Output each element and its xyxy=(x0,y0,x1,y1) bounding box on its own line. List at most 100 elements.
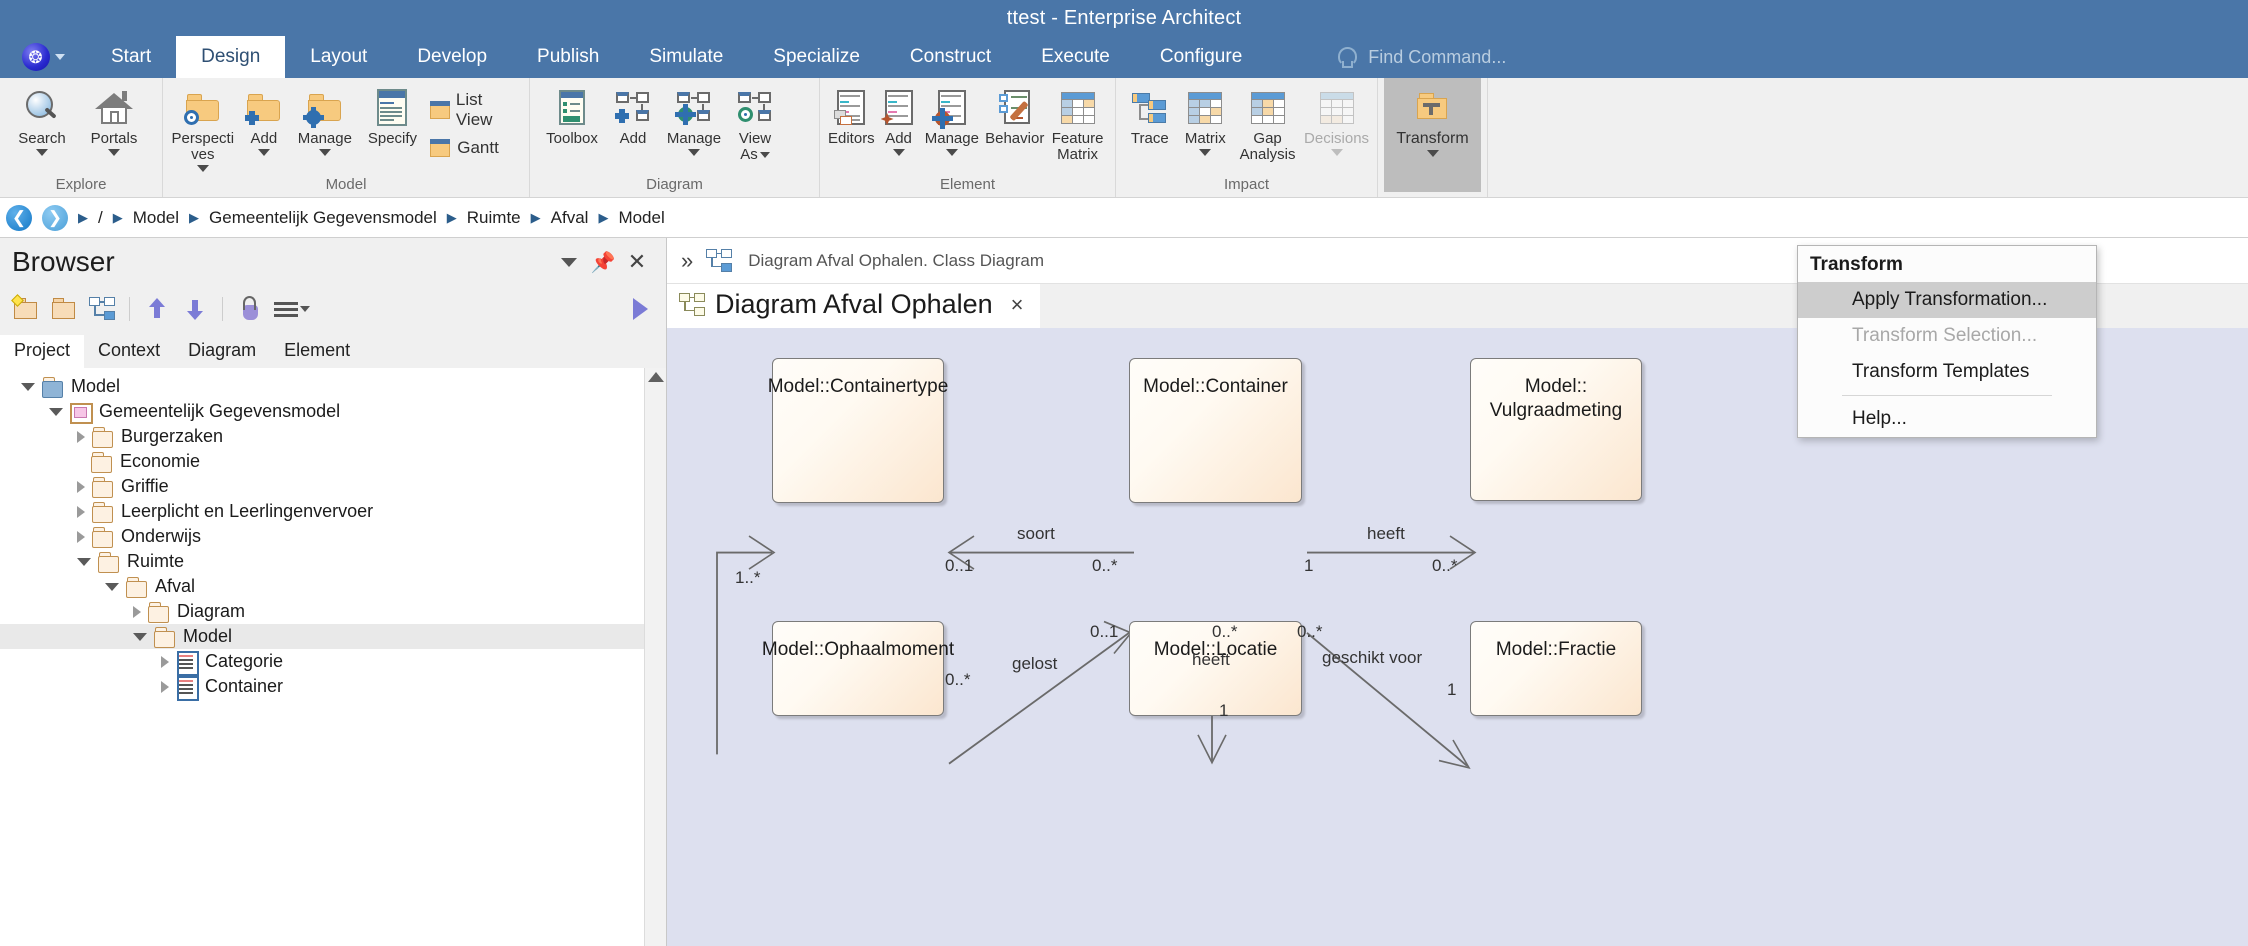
ribbon-button-feature-matrix[interactable]: FeatureMatrix xyxy=(1046,84,1109,163)
chevron-down-icon[interactable] xyxy=(197,165,209,172)
browser-tab-element[interactable]: Element xyxy=(270,335,364,368)
ribbon-button-editors[interactable]: Editors xyxy=(826,84,877,147)
ribbon-tab-execute[interactable]: Execute xyxy=(1016,36,1135,78)
close-icon[interactable]: × xyxy=(1011,292,1024,318)
browser-pin-icon[interactable]: 📌 xyxy=(586,250,620,275)
ribbon-button-transform[interactable]: Transform xyxy=(1384,78,1481,192)
uml-class-fractie[interactable]: Model::Fractie xyxy=(1470,621,1642,716)
document-tab-diagram-afval-ophalen[interactable]: Diagram Afval Ophalen × xyxy=(667,284,1040,328)
ribbon-button-gap-analysis[interactable]: GapAnalysis xyxy=(1233,84,1302,163)
ribbon-tab-start[interactable]: Start xyxy=(86,36,176,78)
ribbon-tab-specialize[interactable]: Specialize xyxy=(748,36,885,78)
find-command-box[interactable]: Find Command... xyxy=(1337,36,1506,78)
chevron-down-icon[interactable] xyxy=(760,152,770,158)
ribbon-button-model-manage[interactable]: Manage xyxy=(291,84,359,156)
uml-class-containertype[interactable]: Model::Containertype xyxy=(772,358,944,503)
menu-icon[interactable] xyxy=(270,292,314,326)
ribbon-button-view-as[interactable]: ViewAs xyxy=(730,84,780,163)
move-up-icon[interactable] xyxy=(139,292,175,326)
move-down-icon[interactable] xyxy=(177,292,213,326)
tree-item-ruimte[interactable]: Ruimte xyxy=(0,549,644,574)
ribbon-button-search[interactable]: Search xyxy=(6,84,78,156)
expand-twisty-icon[interactable] xyxy=(105,583,119,591)
tree-item-diagram[interactable]: Diagram xyxy=(0,599,644,624)
select-icon[interactable] xyxy=(232,292,268,326)
ribbon-button-trace[interactable]: Trace xyxy=(1122,84,1178,147)
run-icon[interactable] xyxy=(622,292,658,326)
uml-class-vulgraadmeting[interactable]: Model::Vulgraadmeting xyxy=(1470,358,1642,501)
ribbon-button-diagram-add[interactable]: Add xyxy=(608,84,658,147)
ribbon-button-model-add[interactable]: Add xyxy=(237,84,291,156)
chevron-down-icon[interactable] xyxy=(946,149,958,156)
ribbon-button-diagram-manage[interactable]: Manage xyxy=(658,84,730,156)
browser-tab-context[interactable]: Context xyxy=(84,335,174,368)
ribbon-tab-simulate[interactable]: Simulate xyxy=(624,36,748,78)
browser-tab-project[interactable]: Project xyxy=(0,335,84,368)
breadcrumb-item-model-leaf[interactable]: Model xyxy=(618,208,664,228)
uml-class-container[interactable]: Model::Container xyxy=(1129,358,1302,503)
breadcrumb-root[interactable]: / xyxy=(98,208,103,228)
breadcrumb-item-ruimte[interactable]: Ruimte xyxy=(467,208,521,228)
chevrons-right-icon[interactable]: » xyxy=(681,248,690,274)
ribbon-button-list-view[interactable]: List View xyxy=(430,90,519,130)
tree-item-leerplicht-en-leerlingenvervoer[interactable]: Leerplicht en Leerlingenvervoer xyxy=(0,499,644,524)
collapse-twisty-icon[interactable] xyxy=(77,531,85,543)
browser-tab-diagram[interactable]: Diagram xyxy=(174,335,270,368)
uml-class-ophaalmoment[interactable]: Model::Ophaalmoment xyxy=(772,621,944,716)
menu-item-transform-templates[interactable]: Transform Templates xyxy=(1798,354,2096,390)
ribbon-button-perspectives[interactable]: Perspectives xyxy=(169,84,237,172)
tree-item-burgerzaken[interactable]: Burgerzaken xyxy=(0,424,644,449)
tree-item-afval[interactable]: Afval xyxy=(0,574,644,599)
ribbon-button-matrix[interactable]: Matrix xyxy=(1178,84,1234,156)
collapse-twisty-icon[interactable] xyxy=(77,481,85,493)
browser-close-icon[interactable]: ✕ xyxy=(620,249,654,275)
ribbon-button-toolbox[interactable]: Toolbox xyxy=(536,84,608,147)
chevron-down-icon[interactable] xyxy=(1427,150,1439,157)
ribbon-tab-design[interactable]: Design xyxy=(176,36,285,78)
menu-item-help[interactable]: Help... xyxy=(1798,401,2096,437)
back-arrow-icon[interactable]: ❮ xyxy=(6,205,32,231)
chevron-down-icon[interactable] xyxy=(319,149,331,156)
tree-item-categorie[interactable]: Categorie xyxy=(0,649,644,674)
tree-item-model-selected[interactable]: Model xyxy=(0,624,644,649)
chevron-down-icon[interactable] xyxy=(893,149,905,156)
tree-item-container[interactable]: Container xyxy=(0,674,644,699)
ribbon-tab-layout[interactable]: Layout xyxy=(285,36,392,78)
tree-item-gemeentelijk-gegevensmodel[interactable]: Gemeentelijk Gegevensmodel xyxy=(0,399,644,424)
ribbon-button-behavior[interactable]: Behavior xyxy=(983,84,1046,147)
ribbon-button-specify[interactable]: Specify xyxy=(359,84,427,147)
menu-item-apply-transformation[interactable]: Apply Transformation... xyxy=(1798,282,2096,318)
ribbon-button-element-add[interactable]: Add xyxy=(877,84,921,156)
tree-item-model-root[interactable]: Model xyxy=(0,374,644,399)
ribbon-tab-develop[interactable]: Develop xyxy=(392,36,512,78)
collapse-twisty-icon[interactable] xyxy=(77,431,85,443)
browser-tree-scrollbar[interactable] xyxy=(644,368,666,946)
chevron-down-icon[interactable] xyxy=(36,149,48,156)
chevron-down-icon[interactable] xyxy=(108,149,120,156)
expand-twisty-icon[interactable] xyxy=(77,558,91,566)
collapse-twisty-icon[interactable] xyxy=(161,681,169,693)
chevron-down-icon[interactable] xyxy=(1199,149,1211,156)
breadcrumb-item-afval[interactable]: Afval xyxy=(551,208,589,228)
ribbon-button-element-manage[interactable]: Manage xyxy=(920,84,983,156)
diagram-icon[interactable] xyxy=(84,292,120,326)
ribbon-button-gantt[interactable]: Gantt xyxy=(430,138,519,158)
ribbon-tab-publish[interactable]: Publish xyxy=(512,36,624,78)
chevron-down-icon[interactable] xyxy=(688,149,700,156)
chevron-down-icon[interactable] xyxy=(258,149,270,156)
app-menu-button[interactable]: ❂ xyxy=(0,36,86,78)
new-package-icon[interactable] xyxy=(8,292,44,326)
forward-arrow-icon[interactable]: ❯ xyxy=(42,205,68,231)
tree-item-onderwijs[interactable]: Onderwijs xyxy=(0,524,644,549)
breadcrumb-item-model[interactable]: Model xyxy=(133,208,179,228)
ribbon-button-portals[interactable]: Portals xyxy=(78,84,150,156)
open-package-icon[interactable] xyxy=(46,292,82,326)
ribbon-tab-configure[interactable]: Configure xyxy=(1135,36,1267,78)
ribbon-button-decisions[interactable]: Decisions xyxy=(1302,84,1371,156)
tree-item-griffie[interactable]: Griffie xyxy=(0,474,644,499)
scroll-up-icon[interactable] xyxy=(648,372,664,382)
expand-twisty-icon[interactable] xyxy=(49,408,63,416)
collapse-twisty-icon[interactable] xyxy=(77,506,85,518)
collapse-twisty-icon[interactable] xyxy=(133,606,141,618)
breadcrumb-item-gemeentelijk-gegevensmodel[interactable]: Gemeentelijk Gegevensmodel xyxy=(209,208,437,228)
